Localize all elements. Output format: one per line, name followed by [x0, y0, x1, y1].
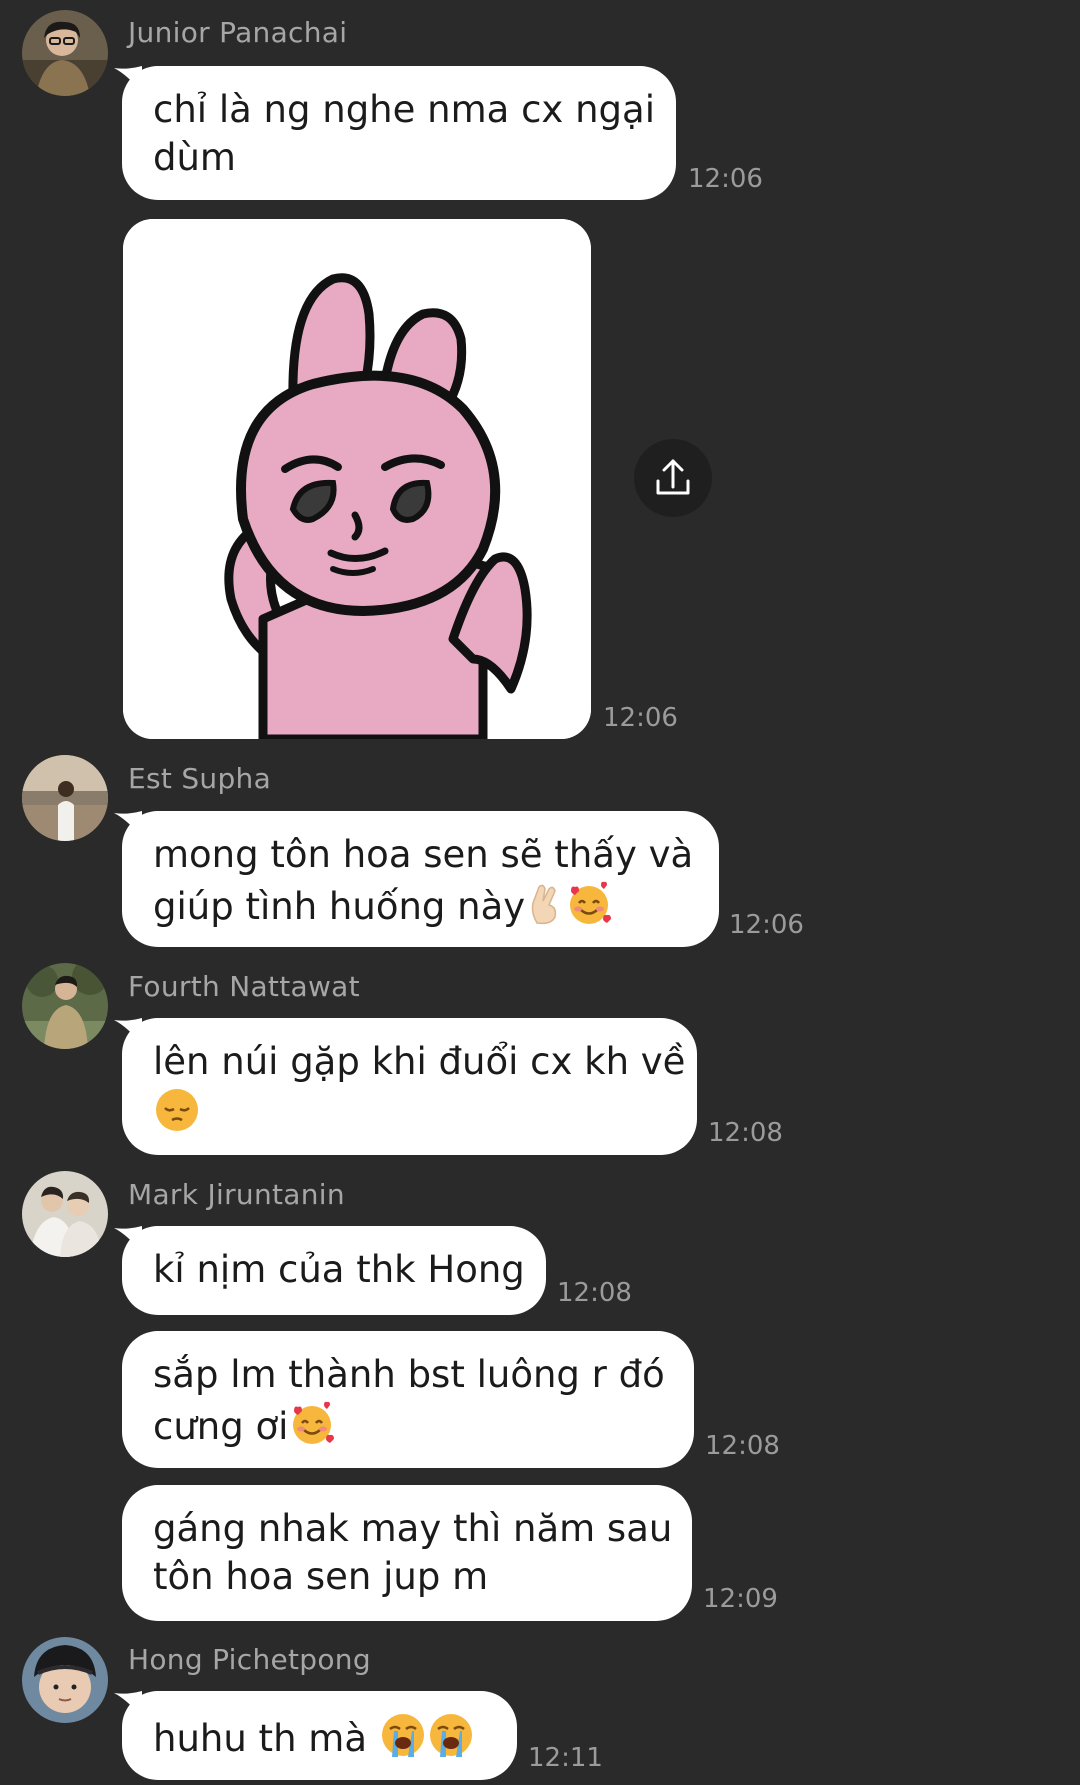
avatar-junior-panachai[interactable]	[22, 10, 108, 96]
crossed-fingers-icon	[531, 884, 557, 925]
message-time: 12:08	[557, 1278, 632, 1308]
message-bubble[interactable]: kỉ nịm của thk Hong	[122, 1226, 546, 1315]
message-text-line: chỉ là ng nghe nma cx ngại	[153, 88, 655, 131]
message-text-line: tôn hoa sen jup m	[153, 1555, 489, 1598]
loudly-crying-face-icon	[429, 1714, 472, 1757]
smiling-face-with-hearts-icon	[570, 881, 612, 924]
message-bubble[interactable]: lên núi gặp khi đuổi cx kh về	[122, 1018, 697, 1155]
sender-name: Fourth Nattawat	[128, 970, 360, 1003]
message-text-line: gáng nhak may thì năm sau	[153, 1507, 673, 1550]
message-text-line: lên núi gặp khi đuổi cx kh về	[153, 1040, 686, 1083]
message-time: 12:08	[705, 1431, 780, 1461]
avatar-est-supha[interactable]	[22, 755, 108, 841]
message-time: 12:06	[688, 164, 763, 194]
message-text-line: kỉ nịm của thk Hong	[153, 1248, 525, 1291]
avatar-hong-pichetpong[interactable]	[22, 1637, 108, 1723]
upload-icon	[656, 459, 690, 495]
share-button[interactable]	[634, 439, 712, 517]
message-time: 12:09	[703, 1584, 778, 1614]
message-text-line: dùm	[153, 136, 236, 179]
message-text-line: sắp lm thành bst luông r đó	[153, 1353, 665, 1396]
pink-bunny-sticker[interactable]	[123, 219, 591, 739]
message-bubble[interactable]: sắp lm thành bst luông r đó cưng ơi	[122, 1331, 694, 1468]
message-text-line: cưng ơi	[153, 1405, 289, 1448]
avatar-mark-jiruntanin[interactable]	[22, 1171, 108, 1257]
sender-name: Est Supha	[128, 762, 272, 795]
sender-name: Mark Jiruntanin	[128, 1178, 345, 1211]
message-time: 12:08	[708, 1118, 783, 1148]
sender-name: Junior Panachai	[128, 16, 348, 49]
pensive-face-icon	[156, 1089, 198, 1131]
sender-name: Hong Pichetpong	[128, 1643, 371, 1676]
message-bubble[interactable]: gáng nhak may thì năm sau tôn hoa sen ju…	[122, 1485, 692, 1621]
message-text-line: mong tôn hoa sen sẽ thấy và	[153, 833, 694, 876]
message-bubble[interactable]: mong tôn hoa sen sẽ thấy và giúp tình hu…	[122, 811, 719, 947]
message-time: 12:06	[603, 703, 678, 733]
message-time: 12:06	[729, 910, 804, 940]
bunny-illustration	[123, 219, 591, 739]
message-time: 12:11	[528, 1743, 603, 1773]
message-text-line: giúp tình huống này	[153, 885, 526, 928]
message-text-line: huhu th mà	[153, 1717, 367, 1760]
avatar-fourth-nattawat[interactable]	[22, 963, 108, 1049]
smiling-face-with-hearts-icon	[293, 1401, 335, 1444]
loudly-crying-face-icon	[381, 1714, 424, 1757]
message-bubble[interactable]: chỉ là ng nghe nma cx ngại dùm	[122, 66, 676, 200]
message-bubble[interactable]: huhu th mà	[122, 1691, 517, 1780]
